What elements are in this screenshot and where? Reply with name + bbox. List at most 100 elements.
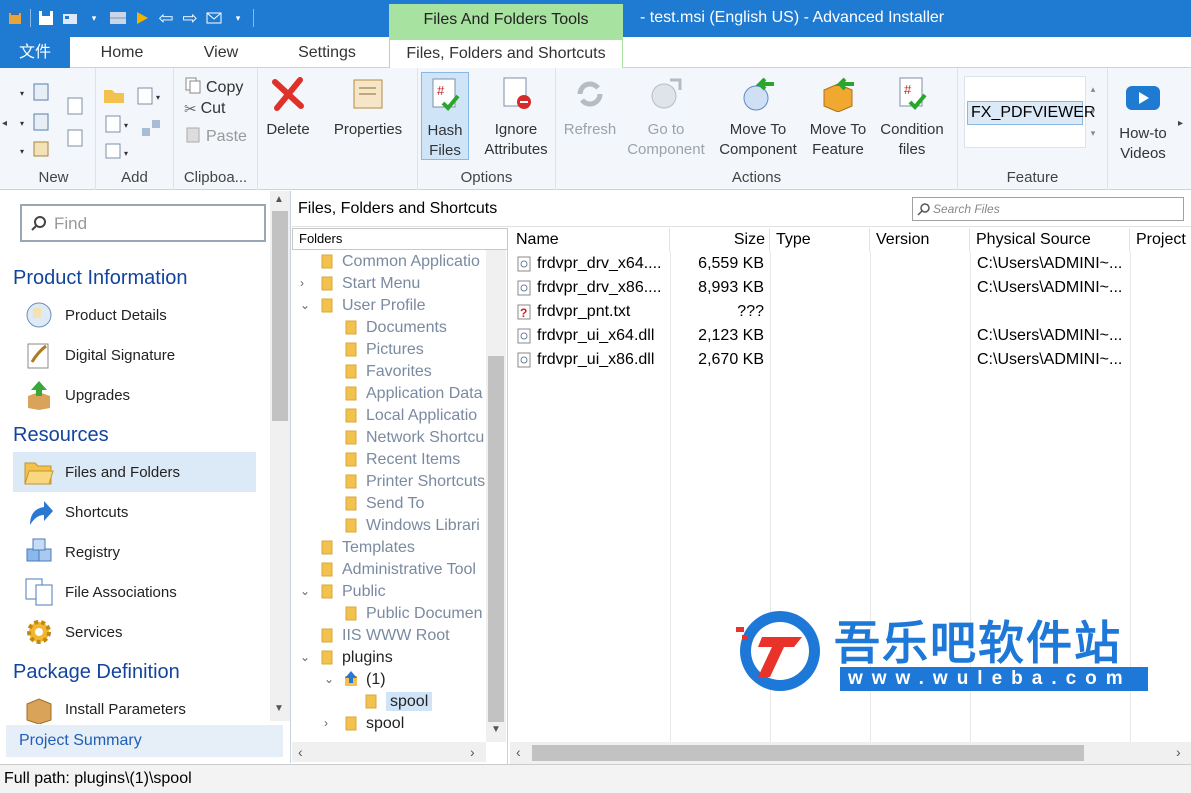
tree-expander-icon[interactable]: ›	[300, 276, 304, 290]
col-version[interactable]: Version	[870, 228, 970, 252]
customize-dropdown-icon[interactable]: ▾	[229, 9, 247, 27]
tree-item[interactable]: Windows Librari	[344, 515, 486, 537]
nav-digital-signature[interactable]: Digital Signature	[13, 335, 256, 375]
tree-item[interactable]: Public Documen	[344, 603, 486, 625]
col-size[interactable]: Size	[670, 228, 770, 252]
tree-item[interactable]: Public	[320, 581, 486, 603]
feature-scroll-icon[interactable]: ▴ ▾ ▾	[1086, 78, 1100, 144]
cut-button[interactable]: ✂ Cut	[184, 100, 225, 118]
tab-home[interactable]: Home	[86, 37, 158, 68]
col-name[interactable]: Name	[510, 228, 670, 252]
tab-view[interactable]: View	[185, 37, 257, 68]
tree-item[interactable]: Start Menu	[320, 273, 486, 295]
nav-install-parameters[interactable]: Install Parameters	[13, 689, 256, 729]
tree-item[interactable]: Local Applicatio	[344, 405, 486, 427]
files-scroll-left-icon[interactable]: ‹	[516, 744, 521, 760]
tree-item[interactable]: Common Applicatio	[320, 251, 486, 273]
col-type[interactable]: Type	[770, 228, 870, 252]
files-horizontal-scrollbar[interactable]: ‹ ›	[510, 742, 1191, 764]
mail-icon[interactable]	[205, 9, 223, 27]
back-arrow-icon[interactable]: ⇦	[157, 8, 175, 28]
save-icon[interactable]	[37, 9, 55, 27]
tree-item[interactable]: Printer Shortcuts	[344, 471, 486, 493]
file-row[interactable]: frdvpr_drv_x64.... 6,559 KB C:\Users\ADMIN…	[510, 252, 1191, 276]
find-input[interactable]: Find	[20, 204, 266, 242]
col-project[interactable]: Project	[1130, 228, 1191, 252]
condition-files-button[interactable]: # Condition files	[874, 74, 950, 160]
tree-scroll-thumb[interactable]	[488, 356, 504, 722]
paste-button[interactable]: Paste	[184, 125, 247, 148]
hash-files-button[interactable]: # Hash Files	[421, 72, 469, 160]
build-icon[interactable]	[61, 9, 79, 27]
tree-item[interactable]: Application Data	[344, 383, 486, 405]
tree-item[interactable]: (1)	[344, 669, 486, 691]
ribbon-scroll-left-icon[interactable]: ◂	[2, 118, 7, 129]
section-package-definition[interactable]: Package Definition	[13, 661, 180, 684]
tree-item[interactable]: Documents	[344, 317, 486, 339]
section-resources[interactable]: Resources	[13, 424, 109, 447]
nav-files-and-folders[interactable]: Files and Folders	[13, 452, 256, 492]
tree-item[interactable]: IIS WWW Root	[320, 625, 486, 647]
tree-scroll-left-icon[interactable]: ‹	[298, 744, 303, 760]
run-icon[interactable]	[133, 9, 151, 27]
scroll-up-icon[interactable]: ▲	[274, 194, 284, 205]
col-physical-source[interactable]: Physical Source	[970, 228, 1130, 252]
tree-scroll-down-icon[interactable]: ▼	[491, 724, 501, 735]
tree-item[interactable]: Recent Items	[344, 449, 486, 471]
tree-expander-icon[interactable]: ⌄	[300, 584, 310, 598]
scroll-down-icon[interactable]: ▼	[274, 703, 284, 714]
feature-selected[interactable]: FX_PDFVIEWER	[967, 101, 1095, 125]
section-product-information[interactable]: Product Information	[13, 267, 188, 290]
search-files-input[interactable]: Search Files	[912, 197, 1184, 221]
file-row[interactable]: frdvpr_drv_x86.... 8,993 KB C:\Users\ADMIN…	[510, 276, 1191, 300]
tree-item[interactable]: User Profile	[320, 295, 486, 317]
tree-expander-icon[interactable]: ⌄	[300, 298, 310, 312]
tree-item[interactable]: spool	[364, 691, 486, 713]
file-row[interactable]: frdvpr_ui_x64.dll 2,123 KB C:\Users\ADMINI…	[510, 324, 1191, 348]
tree-item[interactable]: Send To	[344, 493, 486, 515]
dropdown-icon[interactable]: ▾	[85, 9, 103, 27]
wall-icon[interactable]	[109, 9, 127, 27]
ribbon-scroll-right-icon[interactable]: ▸	[1178, 118, 1183, 129]
nav-file-associations[interactable]: File Associations	[13, 572, 256, 612]
app-logo-icon[interactable]	[6, 9, 24, 27]
how-to-videos-button[interactable]: How-to Videos	[1112, 78, 1174, 164]
move-to-component-button[interactable]: Move To Component	[714, 74, 802, 160]
tree-vertical-scrollbar[interactable]: ▼	[486, 250, 506, 742]
nav-registry[interactable]: Registry	[13, 532, 256, 572]
tree-item[interactable]: Network Shortcu	[344, 427, 486, 449]
tree-item[interactable]: Favorites	[344, 361, 486, 383]
tab-settings[interactable]: Settings	[284, 37, 370, 68]
feature-list[interactable]: FX_PDFVIEWER	[964, 76, 1095, 148]
file-row[interactable]: ? frdvpr_pnt.txt???	[510, 300, 1191, 324]
tree-scroll-right-icon[interactable]: ›	[470, 744, 475, 760]
refresh-button[interactable]: Refresh	[558, 74, 622, 140]
copy-button[interactable]: Copy	[184, 76, 243, 99]
tree-item[interactable]: plugins	[320, 647, 486, 669]
nav-product-details[interactable]: Product Details	[13, 295, 256, 335]
files-scroll-right-icon[interactable]: ›	[1176, 744, 1181, 760]
tree-item[interactable]: Administrative Tool	[320, 559, 486, 581]
left-scroll-thumb[interactable]	[272, 211, 288, 421]
properties-button[interactable]: Properties	[326, 74, 410, 140]
tree-expander-icon[interactable]: ⌄	[324, 672, 334, 686]
move-to-feature-button[interactable]: Move To Feature	[804, 74, 872, 160]
files-scroll-thumb[interactable]	[532, 745, 1084, 761]
nav-upgrades[interactable]: Upgrades	[13, 375, 256, 415]
tree-expander-icon[interactable]: ⌄	[300, 650, 310, 664]
ignore-attributes-button[interactable]: Ignore Attributes	[476, 74, 556, 160]
project-summary-button[interactable]: Project Summary	[6, 725, 283, 757]
tab-file[interactable]: 文件	[0, 37, 70, 68]
tab-files-folders-shortcuts[interactable]: Files, Folders and Shortcuts	[389, 37, 623, 68]
go-to-component-button[interactable]: Go to Component	[620, 74, 712, 160]
file-row[interactable]: frdvpr_ui_x86.dll 2,670 KB C:\Users\ADMINI…	[510, 348, 1191, 372]
forward-arrow-icon[interactable]: ⇨	[181, 8, 199, 28]
delete-button[interactable]: Delete	[260, 74, 316, 140]
tree-item[interactable]: spool	[344, 713, 486, 735]
new-items-icons[interactable]: ▾ ▾ ▾	[18, 78, 88, 158]
tree-horizontal-scrollbar[interactable]: ‹ ›	[292, 742, 486, 762]
tree-item[interactable]: Pictures	[344, 339, 486, 361]
nav-shortcuts[interactable]: Shortcuts	[13, 492, 256, 532]
tree-expander-icon[interactable]: ›	[324, 716, 328, 730]
nav-services[interactable]: Services	[13, 612, 256, 652]
